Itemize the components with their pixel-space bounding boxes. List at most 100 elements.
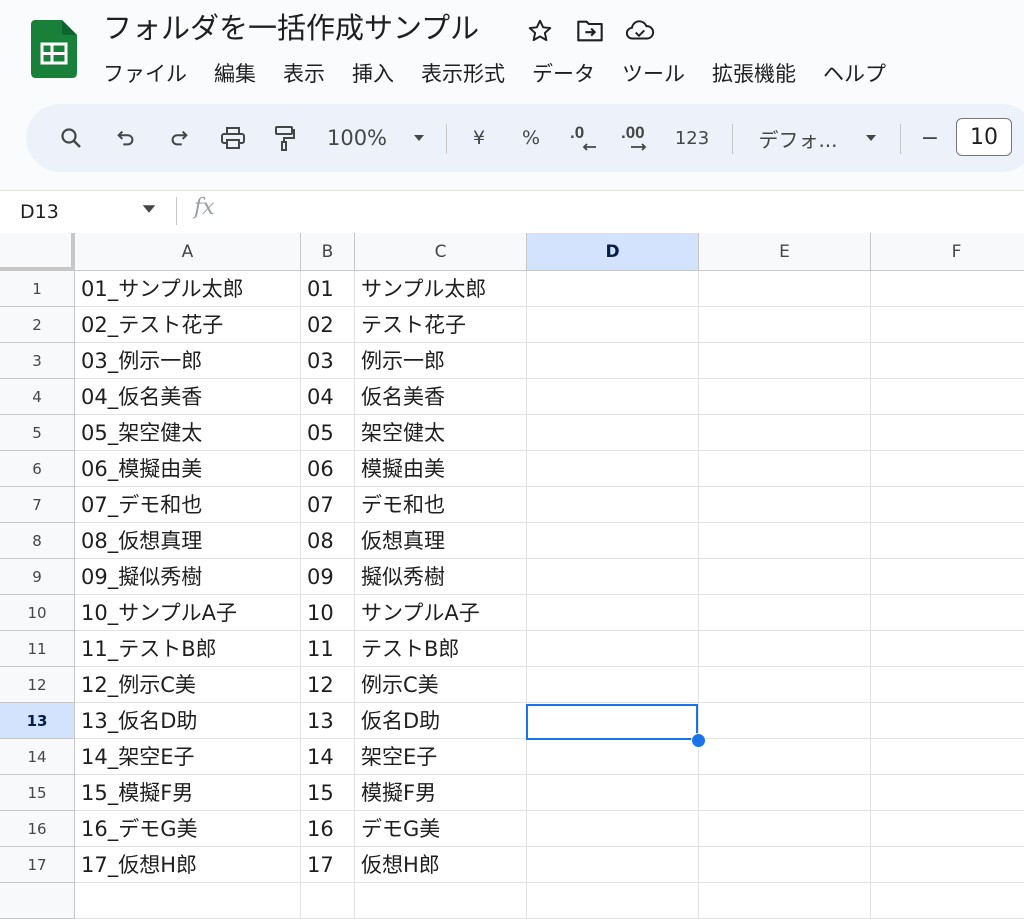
cell-f[interactable]: [871, 595, 1024, 631]
row-header[interactable]: 10: [0, 595, 75, 631]
cell-c[interactable]: サンプルA子: [355, 595, 527, 631]
cell-a[interactable]: 04_仮名美香: [75, 379, 301, 415]
cell-c[interactable]: 模擬F男: [355, 775, 527, 811]
cell-c[interactable]: [355, 883, 527, 919]
cell-e[interactable]: [699, 307, 871, 343]
cell-c[interactable]: サンプル太郎: [355, 271, 527, 307]
menu-tools[interactable]: ツール: [622, 57, 685, 91]
cell-a[interactable]: 03_例示一郎: [75, 343, 301, 379]
select-all-corner[interactable]: [0, 233, 75, 271]
cell-c[interactable]: 仮想H郎: [355, 847, 527, 883]
cell-f[interactable]: [871, 811, 1024, 847]
cell-b[interactable]: 08: [301, 523, 355, 559]
cell-b[interactable]: 09: [301, 559, 355, 595]
cell-d[interactable]: [527, 487, 699, 523]
column-header-f[interactable]: F: [871, 233, 1024, 271]
cell-d[interactable]: [527, 523, 699, 559]
cell-e[interactable]: [699, 379, 871, 415]
cell-c[interactable]: 仮名D助: [355, 703, 527, 739]
row-header[interactable]: 15: [0, 775, 75, 811]
row-header[interactable]: 14: [0, 739, 75, 775]
menu-help[interactable]: ヘルプ: [823, 57, 886, 91]
cell-d[interactable]: [527, 451, 699, 487]
document-title[interactable]: フォルダを一括作成サンプル: [103, 8, 479, 48]
increase-decimal-button[interactable]: .00: [618, 104, 658, 172]
decrease-font-size-button[interactable]: −: [916, 104, 944, 172]
cell-d[interactable]: [527, 739, 699, 775]
cell-a[interactable]: 07_デモ和也: [75, 487, 301, 523]
column-header-b[interactable]: B: [301, 233, 355, 271]
cell-c[interactable]: テスト花子: [355, 307, 527, 343]
zoom-select[interactable]: 100%: [322, 104, 392, 172]
cell-b[interactable]: 05: [301, 415, 355, 451]
move-folder-icon[interactable]: [575, 16, 605, 46]
menu-view[interactable]: 表示: [283, 57, 325, 91]
row-header[interactable]: 13: [0, 703, 75, 739]
cell-a[interactable]: 10_サンプルA子: [75, 595, 301, 631]
cell-f[interactable]: [871, 451, 1024, 487]
cell-e[interactable]: [699, 811, 871, 847]
cell-e[interactable]: [699, 883, 871, 919]
paint-format-icon[interactable]: [268, 104, 302, 172]
cell-e[interactable]: [699, 595, 871, 631]
menu-edit[interactable]: 編集: [214, 57, 256, 91]
cell-f[interactable]: [871, 739, 1024, 775]
cloud-saved-icon[interactable]: [625, 16, 655, 46]
cell-b[interactable]: 14: [301, 739, 355, 775]
cell-a[interactable]: 02_テスト花子: [75, 307, 301, 343]
cell-e[interactable]: [699, 703, 871, 739]
redo-icon[interactable]: [163, 104, 195, 172]
cell-d[interactable]: [527, 811, 699, 847]
cell-c[interactable]: デモ和也: [355, 487, 527, 523]
cell-a[interactable]: 16_デモG美: [75, 811, 301, 847]
number-format-button[interactable]: 123: [672, 104, 712, 172]
cell-b[interactable]: 04: [301, 379, 355, 415]
cell-e[interactable]: [699, 451, 871, 487]
cell-d[interactable]: [527, 379, 699, 415]
cell-f[interactable]: [871, 883, 1024, 919]
cell-e[interactable]: [699, 847, 871, 883]
cell-e[interactable]: [699, 271, 871, 307]
cell-f[interactable]: [871, 667, 1024, 703]
cell-e[interactable]: [699, 775, 871, 811]
column-header-c[interactable]: C: [355, 233, 527, 271]
cell-c[interactable]: 例示一郎: [355, 343, 527, 379]
cell-b[interactable]: 03: [301, 343, 355, 379]
font-family-select[interactable]: デフォ...: [750, 104, 846, 172]
cell-d[interactable]: [527, 559, 699, 595]
cell-f[interactable]: [871, 379, 1024, 415]
cell-c[interactable]: テストB郎: [355, 631, 527, 667]
cell-e[interactable]: [699, 667, 871, 703]
font-size-input[interactable]: 10: [956, 118, 1012, 156]
row-header[interactable]: [0, 883, 75, 919]
cell-b[interactable]: [301, 883, 355, 919]
cell-d[interactable]: [527, 883, 699, 919]
cell-f[interactable]: [871, 307, 1024, 343]
menu-data[interactable]: データ: [532, 57, 595, 91]
cell-e[interactable]: [699, 415, 871, 451]
row-header[interactable]: 17: [0, 847, 75, 883]
cell-f[interactable]: [871, 487, 1024, 523]
cell-f[interactable]: [871, 703, 1024, 739]
cell-d[interactable]: [527, 667, 699, 703]
row-header[interactable]: 16: [0, 811, 75, 847]
cell-b[interactable]: 06: [301, 451, 355, 487]
cell-f[interactable]: [871, 559, 1024, 595]
cell-b[interactable]: 07: [301, 487, 355, 523]
row-header[interactable]: 8: [0, 523, 75, 559]
fill-handle[interactable]: [691, 733, 706, 748]
undo-icon[interactable]: [110, 104, 142, 172]
row-header[interactable]: 2: [0, 307, 75, 343]
cell-d[interactable]: [527, 271, 699, 307]
cell-e[interactable]: [699, 343, 871, 379]
column-header-a[interactable]: A: [75, 233, 301, 271]
cell-c[interactable]: デモG美: [355, 811, 527, 847]
menu-format[interactable]: 表示形式: [421, 57, 505, 91]
cell-a[interactable]: 12_例示C美: [75, 667, 301, 703]
cell-b[interactable]: 15: [301, 775, 355, 811]
cell-d[interactable]: [527, 775, 699, 811]
cell-a[interactable]: 15_模擬F男: [75, 775, 301, 811]
cell-e[interactable]: [699, 739, 871, 775]
sheets-logo-icon[interactable]: [31, 20, 77, 78]
cell-d[interactable]: [527, 595, 699, 631]
